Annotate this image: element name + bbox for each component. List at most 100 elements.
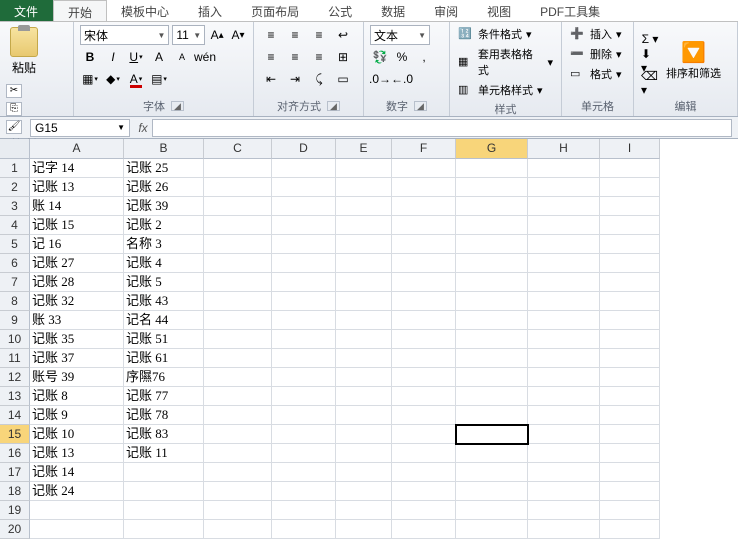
cell[interactable] bbox=[336, 311, 392, 330]
cell[interactable] bbox=[528, 444, 600, 463]
cell[interactable] bbox=[336, 254, 392, 273]
row-header[interactable]: 12 bbox=[0, 368, 30, 387]
fx-button[interactable]: fx bbox=[134, 121, 152, 135]
cell[interactable] bbox=[600, 368, 660, 387]
font-grow-button[interactable]: A bbox=[149, 47, 169, 67]
cell[interactable] bbox=[528, 368, 600, 387]
cell[interactable] bbox=[456, 501, 528, 520]
align-bottom-button[interactable]: ≡ bbox=[308, 25, 330, 45]
row-header[interactable]: 6 bbox=[0, 254, 30, 273]
cell[interactable] bbox=[392, 197, 456, 216]
cell[interactable] bbox=[392, 292, 456, 311]
decrease-font-button[interactable]: A▾ bbox=[229, 25, 247, 45]
cell[interactable] bbox=[336, 216, 392, 235]
cell[interactable]: 记账 26 bbox=[124, 178, 204, 197]
cell[interactable] bbox=[272, 368, 336, 387]
cell[interactable]: 记账 39 bbox=[124, 197, 204, 216]
cell[interactable] bbox=[204, 254, 272, 273]
cell[interactable] bbox=[528, 425, 600, 444]
format-painter-icon[interactable]: 🖌 bbox=[6, 120, 22, 134]
cell[interactable] bbox=[600, 292, 660, 311]
underline-button[interactable]: U▾ bbox=[126, 47, 146, 67]
cell[interactable] bbox=[392, 235, 456, 254]
cell[interactable] bbox=[528, 406, 600, 425]
cell[interactable]: 账 33 bbox=[30, 311, 124, 330]
clear-button[interactable]: ⌫ ▾ bbox=[640, 73, 660, 93]
row-header[interactable]: 14 bbox=[0, 406, 30, 425]
cell[interactable] bbox=[456, 349, 528, 368]
row-header[interactable]: 19 bbox=[0, 501, 30, 520]
cell[interactable] bbox=[272, 520, 336, 539]
cell[interactable] bbox=[124, 520, 204, 539]
cell[interactable] bbox=[336, 463, 392, 482]
cell[interactable] bbox=[528, 159, 600, 178]
row-header[interactable]: 18 bbox=[0, 482, 30, 501]
orientation-button[interactable]: ⤹ bbox=[308, 69, 330, 89]
cell[interactable]: 记账 13 bbox=[30, 178, 124, 197]
cell[interactable] bbox=[392, 254, 456, 273]
col-header-I[interactable]: I bbox=[600, 139, 660, 159]
cell[interactable]: 记账 35 bbox=[30, 330, 124, 349]
table-format-button[interactable]: ▦套用表格格式 ▾ bbox=[456, 45, 555, 79]
align-left-button[interactable]: ≡ bbox=[260, 47, 282, 67]
cell[interactable]: 记账 4 bbox=[124, 254, 204, 273]
autosum-button[interactable]: Σ ▾ bbox=[640, 29, 660, 49]
cell[interactable] bbox=[336, 482, 392, 501]
cell[interactable]: 记账 78 bbox=[124, 406, 204, 425]
col-header-C[interactable]: C bbox=[204, 139, 272, 159]
cell[interactable] bbox=[600, 501, 660, 520]
cell[interactable] bbox=[272, 330, 336, 349]
cell[interactable] bbox=[600, 311, 660, 330]
row-header[interactable]: 5 bbox=[0, 235, 30, 254]
cell[interactable] bbox=[528, 387, 600, 406]
cell[interactable]: 记账 8 bbox=[30, 387, 124, 406]
cell[interactable] bbox=[30, 520, 124, 539]
cell[interactable] bbox=[336, 330, 392, 349]
cell[interactable] bbox=[600, 482, 660, 501]
cell[interactable]: 记账 28 bbox=[30, 273, 124, 292]
sort-filter-button[interactable]: 🔽 排序和筛选 bbox=[666, 40, 721, 81]
currency-button[interactable]: 💱 bbox=[370, 47, 390, 67]
cell[interactable] bbox=[336, 235, 392, 254]
cell[interactable] bbox=[456, 216, 528, 235]
cell[interactable] bbox=[204, 368, 272, 387]
cell[interactable] bbox=[272, 216, 336, 235]
cell[interactable] bbox=[528, 501, 600, 520]
cell[interactable] bbox=[392, 368, 456, 387]
cell[interactable] bbox=[204, 349, 272, 368]
cell[interactable] bbox=[456, 311, 528, 330]
cell[interactable] bbox=[336, 273, 392, 292]
cell[interactable]: 记账 37 bbox=[30, 349, 124, 368]
decrease-decimal-button[interactable]: ←.0 bbox=[392, 69, 412, 89]
copy-icon[interactable]: ⎘ bbox=[6, 102, 22, 116]
cell[interactable] bbox=[336, 349, 392, 368]
cell[interactable] bbox=[272, 254, 336, 273]
row-header[interactable]: 9 bbox=[0, 311, 30, 330]
cell[interactable]: 名称 3 bbox=[124, 235, 204, 254]
tab-file[interactable]: 文件 bbox=[0, 0, 53, 21]
col-header-E[interactable]: E bbox=[336, 139, 392, 159]
cell[interactable] bbox=[272, 349, 336, 368]
row-header[interactable]: 16 bbox=[0, 444, 30, 463]
cell[interactable] bbox=[600, 178, 660, 197]
cell[interactable]: 记账 11 bbox=[124, 444, 204, 463]
cell[interactable]: 记账 32 bbox=[30, 292, 124, 311]
cell[interactable] bbox=[600, 463, 660, 482]
cell[interactable] bbox=[456, 425, 528, 444]
cell[interactable] bbox=[600, 387, 660, 406]
cell[interactable]: 记账 83 bbox=[124, 425, 204, 444]
wrap-text-button[interactable]: ↩ bbox=[332, 25, 354, 45]
col-header-B[interactable]: B bbox=[124, 139, 204, 159]
number-launcher[interactable]: ◢ bbox=[414, 101, 427, 111]
cell[interactable] bbox=[392, 520, 456, 539]
cell[interactable] bbox=[456, 482, 528, 501]
cell[interactable] bbox=[456, 197, 528, 216]
increase-indent-button[interactable]: ⇥ bbox=[284, 69, 306, 89]
cell[interactable] bbox=[204, 387, 272, 406]
cell[interactable] bbox=[392, 330, 456, 349]
cell[interactable] bbox=[392, 406, 456, 425]
fill-color-button[interactable]: ◆▾ bbox=[103, 69, 123, 89]
cell[interactable] bbox=[392, 273, 456, 292]
font-shrink-button[interactable]: A bbox=[172, 47, 192, 67]
cell[interactable] bbox=[336, 292, 392, 311]
